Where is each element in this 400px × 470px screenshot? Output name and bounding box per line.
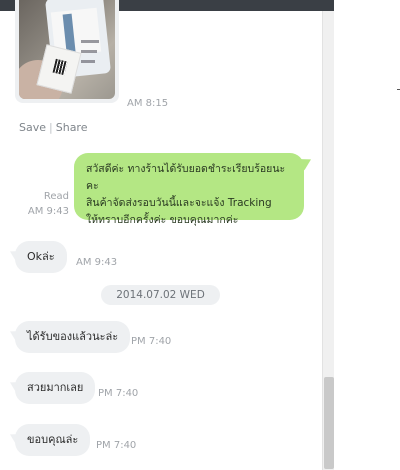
message-text: ขอบคุณล่ะ (27, 433, 79, 446)
incoming-message-bubble[interactable]: Okล่ะ (7, 241, 67, 273)
bubble-tail (7, 430, 21, 446)
bubble-tail (7, 247, 21, 263)
outgoing-timestamp: AM 9:43 (27, 206, 69, 217)
message-line: ให้ทราบอีกครั้งค่ะ ขอบคุณมากค่ะ (86, 214, 239, 226)
message-text: ได้รับของแล้วนะล่ะ (27, 330, 119, 343)
incoming-timestamp: AM 9:43 (76, 257, 118, 268)
read-label: Read (43, 191, 69, 202)
message-line: สินค้าจัดส่งรอบวันนี้และจะแจ้ง Tracking (86, 197, 272, 209)
side-panel (334, 0, 400, 470)
date-separator: 2014.07.02 WED (101, 285, 220, 305)
message-line: สวัสดีค่ะ ทางร้านได้รับยอดชำระเรียบร้อยน… (86, 163, 286, 192)
incoming-timestamp: PM 7:40 (131, 336, 172, 347)
image-timestamp: AM 8:15 (127, 98, 169, 109)
incoming-timestamp: PM 7:40 (96, 440, 137, 451)
message-text: Okล่ะ (27, 250, 55, 263)
share-button[interactable]: Share (56, 121, 88, 134)
incoming-message-bubble[interactable]: ได้รับของแล้วนะล่ะ (7, 321, 131, 353)
incoming-timestamp: PM 7:40 (98, 388, 139, 399)
message-text: สวยมากเลย (27, 381, 84, 394)
outgoing-message-bubble[interactable]: สวัสดีค่ะ ทางร้านได้รับยอดชำระเรียบร้อยน… (74, 153, 314, 226)
bubble-tail (300, 155, 314, 171)
incoming-message-bubble[interactable]: ขอบคุณล่ะ (7, 424, 91, 456)
image-message[interactable] (15, 0, 119, 103)
vertical-scrollbar[interactable] (322, 11, 334, 470)
scrollbar-thumb[interactable] (324, 377, 334, 469)
save-button[interactable]: Save (19, 121, 46, 134)
bubble-tail (7, 327, 21, 343)
photo-thumbnail[interactable] (19, 0, 115, 99)
incoming-message-bubble[interactable]: สวยมากเลย (7, 372, 96, 404)
bubble-tail (7, 378, 21, 394)
read-receipt: Read AM 9:43 (28, 189, 69, 219)
image-actions: Save | Share (19, 121, 88, 134)
chat-area: AM 8:15 Save | Share Read AM 9:43 สวัสดีค่… (0, 0, 322, 470)
